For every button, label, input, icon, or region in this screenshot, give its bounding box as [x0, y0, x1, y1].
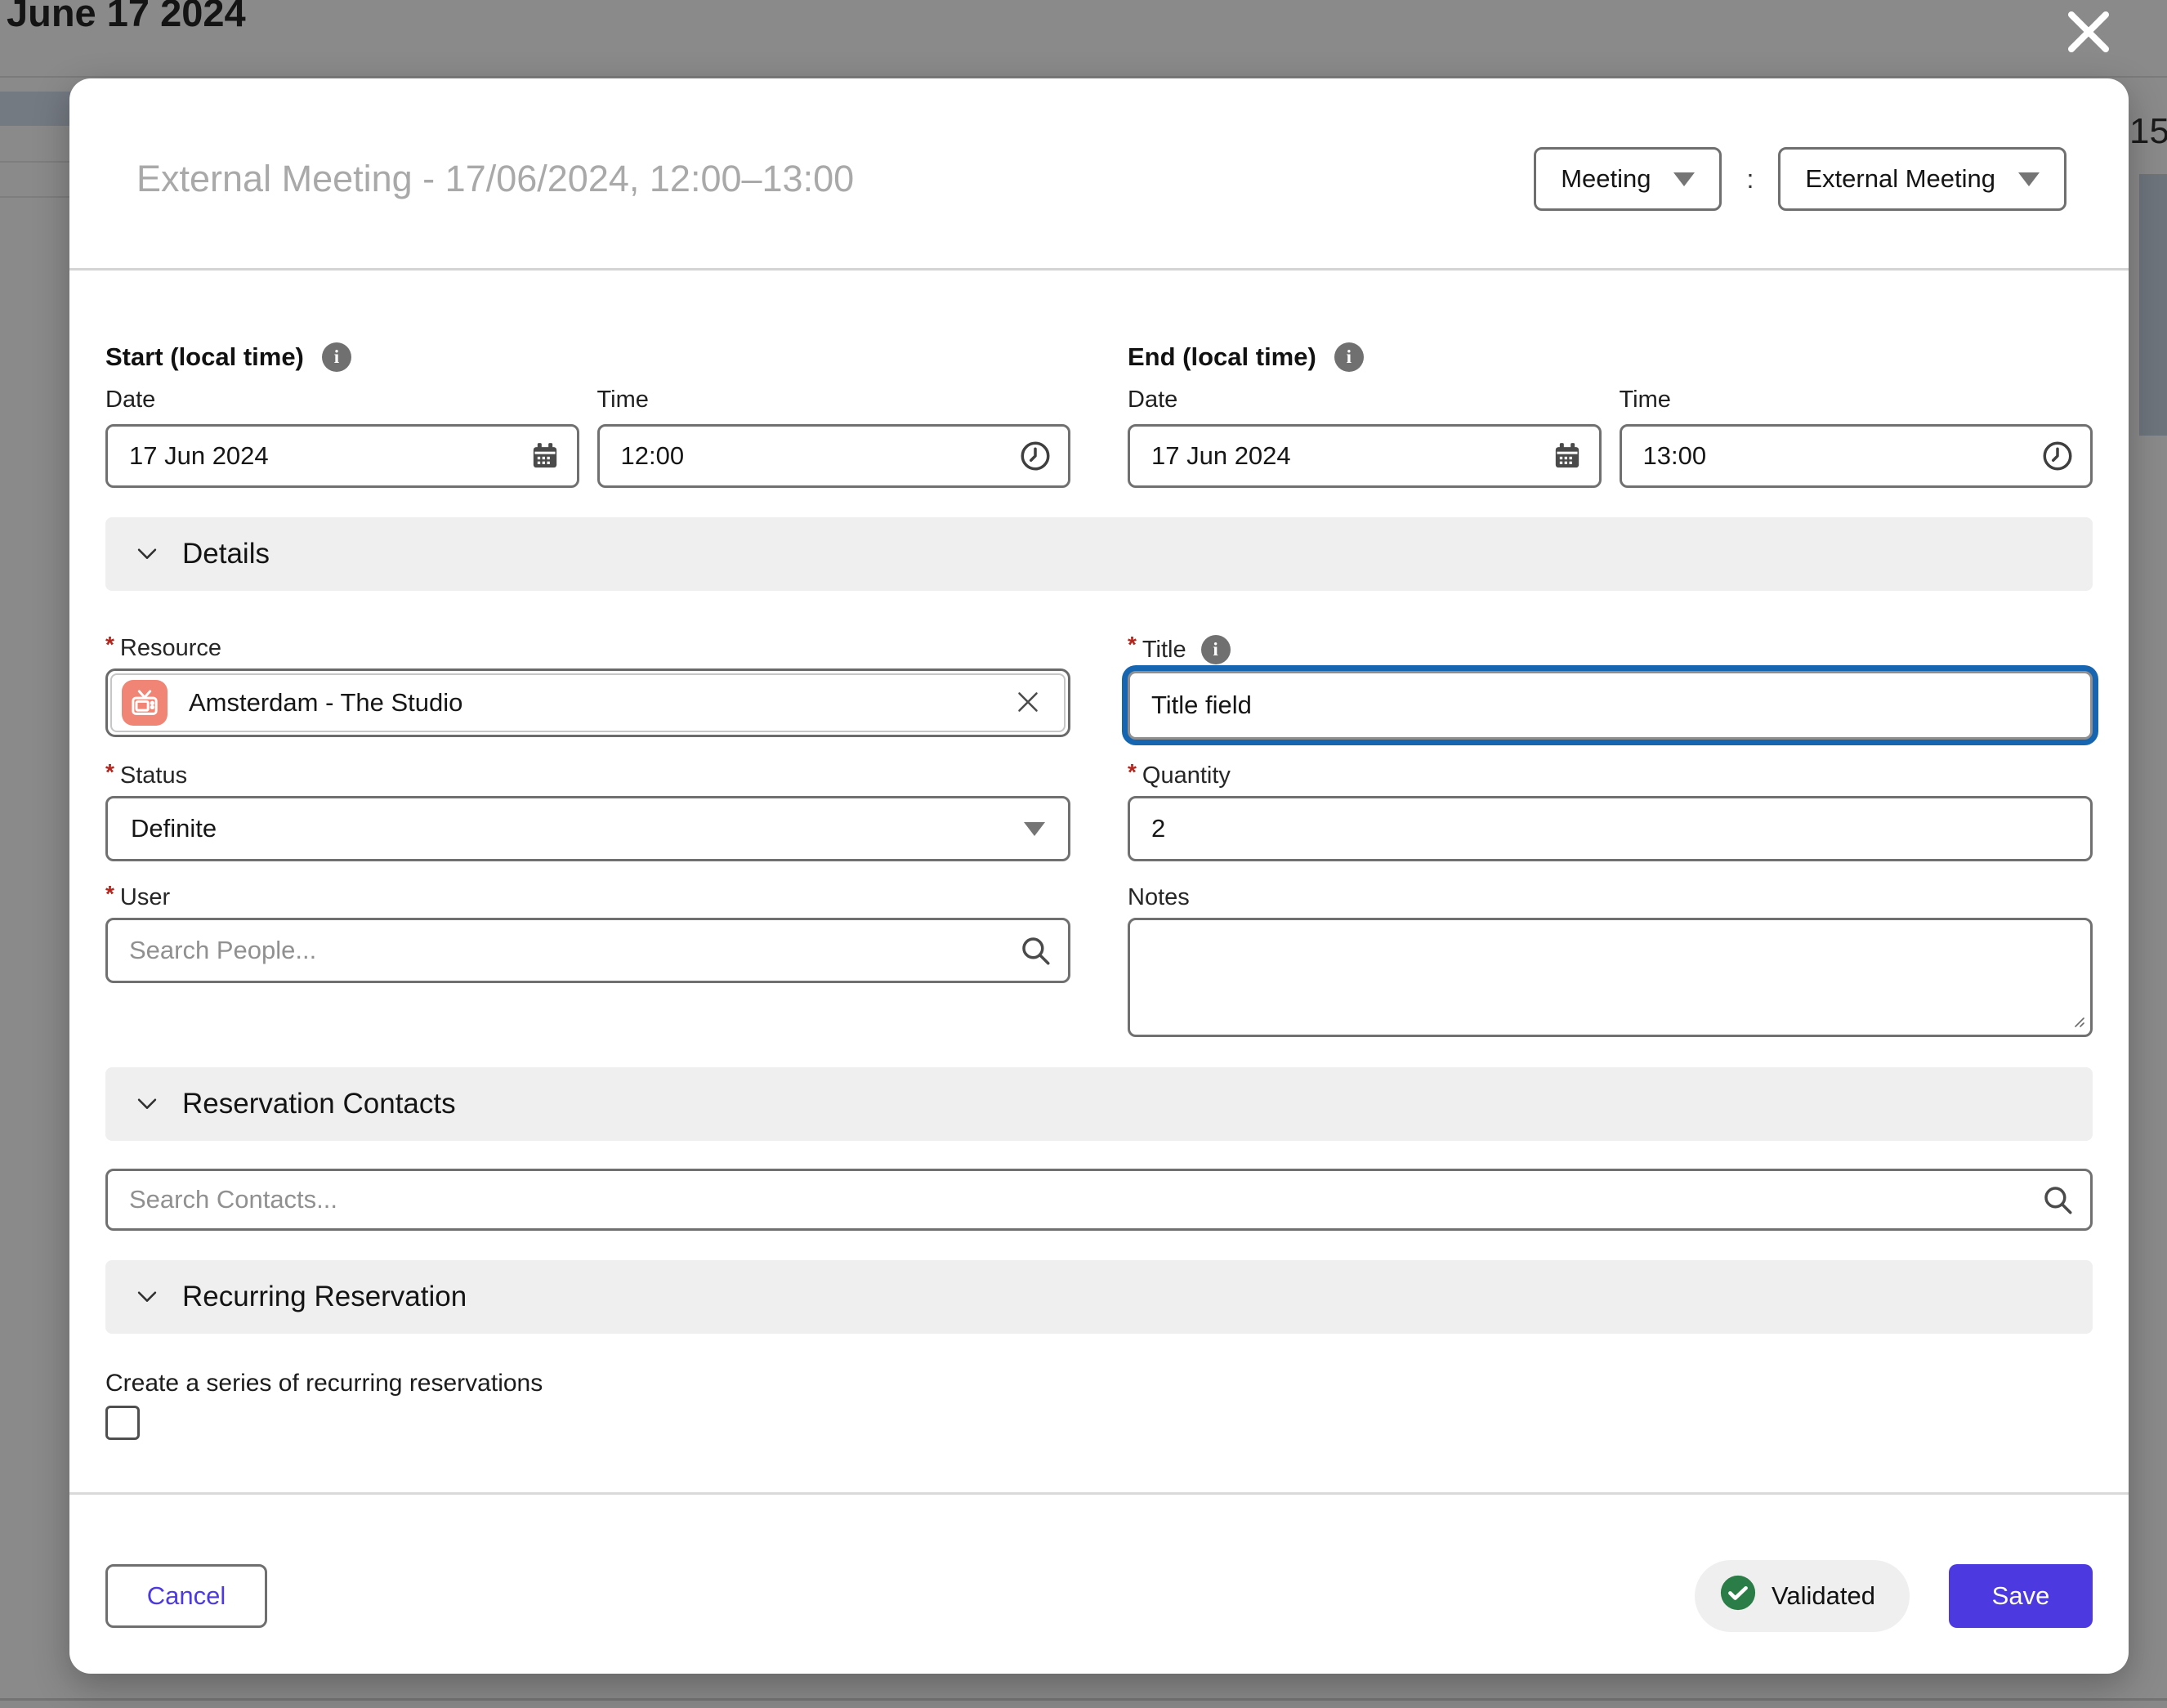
end-time-input[interactable]: [1620, 424, 2093, 488]
chevron-down-icon: [133, 1089, 161, 1120]
end-group: End (local time) i Date: [1128, 342, 2093, 488]
notes-label: Notes: [1128, 884, 1190, 911]
check-circle-icon: [1719, 1574, 1757, 1618]
notes-textarea[interactable]: [1128, 918, 2093, 1037]
calendar-grid-line: [0, 76, 2167, 78]
title-label: Title: [1142, 637, 1186, 664]
validated-badge: Validated: [1695, 1560, 1910, 1632]
search-icon: [1018, 933, 1052, 968]
recurring-checkbox-label: Create a series of recurring reservation…: [105, 1370, 2093, 1397]
close-icon: [2063, 47, 2114, 60]
modal-header: External Meeting - 17/06/2024, 12:00–13:…: [69, 78, 2129, 268]
clear-icon: [1013, 687, 1043, 719]
info-icon[interactable]: i: [1201, 635, 1231, 664]
contacts-search-input[interactable]: [105, 1169, 2093, 1231]
section-details[interactable]: Details: [105, 517, 2093, 591]
title-input[interactable]: [1128, 671, 2093, 740]
contacts-search-wrap: [105, 1169, 2093, 1231]
modal-title: External Meeting - 17/06/2024, 12:00–13:…: [136, 158, 854, 200]
clear-resource-button[interactable]: [1010, 684, 1046, 722]
start-time-input[interactable]: [597, 424, 1071, 488]
start-date-input[interactable]: [105, 424, 579, 488]
clock-icon: [1018, 439, 1052, 473]
section-reservation-contacts[interactable]: Reservation Contacts: [105, 1067, 2093, 1141]
info-icon[interactable]: i: [1334, 342, 1364, 372]
start-time-label: Time: [597, 387, 1071, 414]
tv-icon: [122, 680, 168, 726]
calendar-footer-strip: [0, 1701, 2167, 1708]
chevron-down-icon: [1673, 172, 1695, 186]
section-recurring-reservation[interactable]: Recurring Reservation: [105, 1260, 2093, 1334]
resize-grip-icon[interactable]: [2070, 1013, 2086, 1033]
cancel-button[interactable]: Cancel: [105, 1564, 267, 1628]
start-group: Start (local time) i Date: [105, 342, 1070, 488]
validated-label: Validated: [1772, 1581, 1875, 1611]
type-separator: :: [1746, 164, 1754, 194]
status-value: Definite: [131, 814, 217, 843]
save-button[interactable]: Save: [1949, 1564, 2093, 1628]
chevron-down-icon: [133, 539, 161, 570]
required-marker: *: [105, 883, 114, 905]
resource-field[interactable]: Amsterdam - The Studio: [105, 668, 1070, 737]
calendar-day-number: 15: [2129, 111, 2167, 152]
reservation-modal: External Meeting - 17/06/2024, 12:00–13:…: [69, 78, 2129, 1674]
category-dropdown[interactable]: Meeting: [1534, 147, 1722, 211]
start-date-label: Date: [105, 387, 579, 414]
reservation-type-selects: Meeting : External Meeting: [1534, 147, 2066, 211]
resource-label: Resource: [120, 635, 221, 662]
clock-icon: [2040, 439, 2075, 473]
status-quantity-row: * Status Definite * Quantity: [105, 740, 2093, 861]
calendar-grid-line: [0, 196, 70, 198]
section-reservation-contacts-label: Reservation Contacts: [182, 1088, 456, 1120]
chevron-down-icon: [1024, 822, 1045, 836]
subtype-dropdown-label: External Meeting: [1805, 164, 1995, 194]
category-dropdown-label: Meeting: [1561, 164, 1651, 194]
chevron-down-icon: [2018, 172, 2040, 186]
required-marker: *: [105, 633, 114, 656]
start-label: Start (local time): [105, 342, 304, 372]
calendar-icon: [529, 440, 561, 472]
subtype-dropdown[interactable]: External Meeting: [1778, 147, 2066, 211]
resource-title-row: * Resource: [105, 591, 2093, 740]
status-label: Status: [120, 762, 187, 789]
header-divider: [69, 268, 2129, 271]
calendar-event-block: [2139, 174, 2167, 436]
modal-body: Start (local time) i Date: [69, 342, 2129, 1440]
user-notes-row: * User Notes: [105, 861, 2093, 1041]
end-label: End (local time): [1128, 342, 1316, 372]
resource-value: Amsterdam - The Studio: [189, 688, 989, 718]
calendar-icon: [1551, 440, 1584, 472]
user-search-input[interactable]: [105, 918, 1070, 983]
calendar-selected-row: [0, 92, 70, 126]
section-recurring-reservation-label: Recurring Reservation: [182, 1281, 467, 1313]
start-end-row: Start (local time) i Date: [105, 342, 2093, 488]
modal-footer: Cancel Validated Save: [69, 1495, 2129, 1632]
status-select[interactable]: Definite: [105, 796, 1070, 861]
end-time-label: Time: [1620, 387, 2093, 414]
required-marker: *: [1128, 633, 1137, 656]
end-date-input[interactable]: [1128, 424, 1602, 488]
search-icon: [2040, 1183, 2075, 1217]
calendar-date-heading: June 17 2024: [7, 0, 246, 35]
quantity-input[interactable]: [1128, 796, 2093, 861]
section-details-label: Details: [182, 538, 270, 570]
chevron-down-icon: [133, 1282, 161, 1312]
end-date-label: Date: [1128, 387, 1602, 414]
quantity-label: Quantity: [1142, 762, 1231, 789]
required-marker: *: [105, 761, 114, 784]
info-icon[interactable]: i: [322, 342, 351, 372]
required-marker: *: [1128, 761, 1137, 784]
calendar-grid-line: [0, 161, 70, 163]
user-label: User: [120, 884, 170, 911]
recurring-checkbox[interactable]: [105, 1406, 140, 1440]
modal-close-button[interactable]: [2059, 5, 2118, 60]
